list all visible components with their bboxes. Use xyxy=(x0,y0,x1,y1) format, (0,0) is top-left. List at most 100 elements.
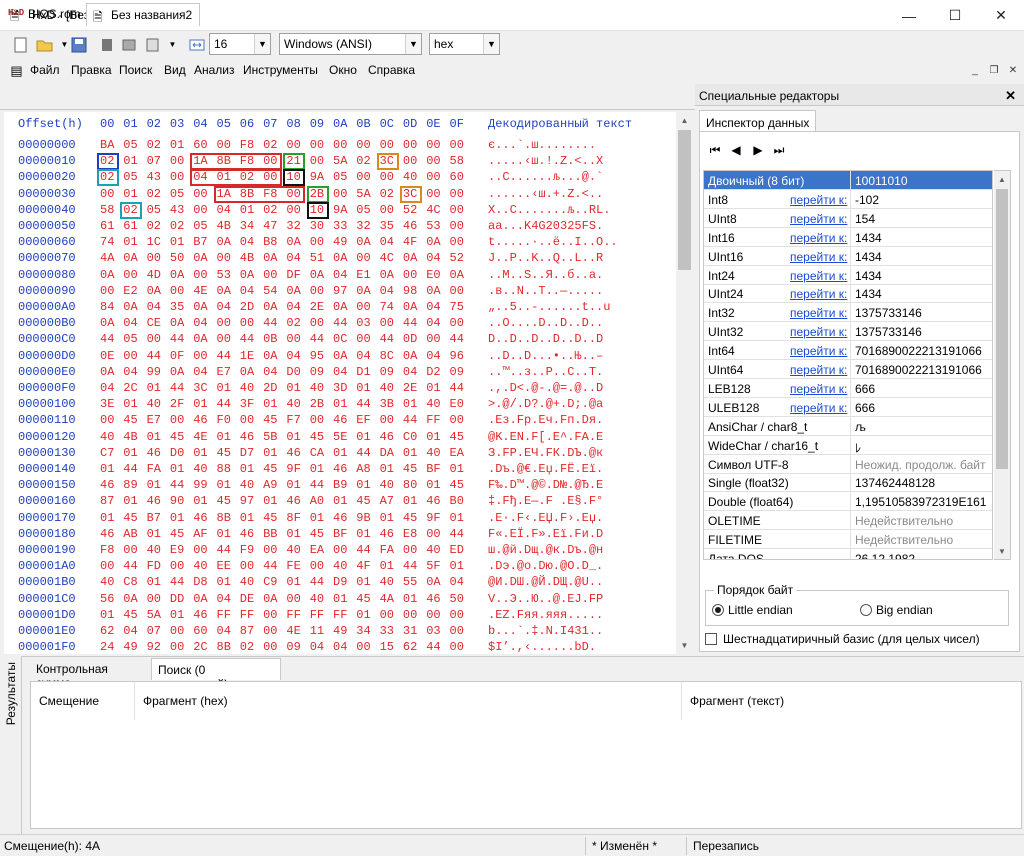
hex-byte[interactable]: 40 xyxy=(240,381,254,395)
hex-byte[interactable]: 9A xyxy=(310,170,324,184)
hex-byte[interactable]: 01 xyxy=(450,559,464,573)
hex-byte[interactable]: 3C xyxy=(193,381,207,395)
hex-byte[interactable]: 00 xyxy=(170,559,184,573)
inspector-value[interactable]: 1434 xyxy=(850,284,882,303)
hex-byte[interactable]: 00 xyxy=(286,138,300,152)
scroll-thumb[interactable] xyxy=(996,189,1008,469)
next-icon[interactable]: ▶ xyxy=(750,142,766,158)
hex-byte[interactable]: 0A xyxy=(147,284,161,298)
hex-byte[interactable]: DE xyxy=(240,592,254,606)
decoded-text[interactable]: F‰.D™.@©.D№.@Ђ.E xyxy=(488,478,603,492)
hex-byte[interactable]: 2C xyxy=(123,381,137,395)
hex-byte[interactable]: 49 xyxy=(333,624,347,638)
hex-byte[interactable]: 04 xyxy=(123,624,137,638)
inspector-row[interactable]: FILETIME Недействительно xyxy=(704,530,992,550)
hex-byte[interactable]: 97 xyxy=(333,284,347,298)
inspector-value[interactable]: 1375733146 xyxy=(850,322,922,341)
hex-byte[interactable]: 00 xyxy=(193,187,207,201)
hex-byte[interactable]: 00 xyxy=(426,608,440,622)
hex-byte[interactable]: 45 xyxy=(356,592,370,606)
hex-byte[interactable]: 46 xyxy=(100,527,114,541)
menu-item[interactable]: Поиск xyxy=(119,63,152,77)
hex-byte[interactable]: B0 xyxy=(450,494,464,508)
hex-byte[interactable]: 3D xyxy=(333,381,347,395)
hex-byte[interactable]: 4A xyxy=(100,251,114,265)
hex-byte[interactable]: 00 xyxy=(193,203,207,217)
decoded-text[interactable]: .Dъ.@€.Eџ.FЁ.Eї. xyxy=(488,462,603,476)
hex-byte[interactable]: 01 xyxy=(310,511,324,525)
hex-byte[interactable]: 45 xyxy=(263,462,277,476)
hex-byte[interactable]: 00 xyxy=(170,640,184,654)
hex-byte[interactable]: 04 xyxy=(426,316,440,330)
hex-byte[interactable]: 01 xyxy=(356,575,370,589)
hex-byte[interactable]: A8 xyxy=(356,462,370,476)
inspector-row[interactable]: UInt8 перейти к: 154 xyxy=(704,208,992,228)
hex-row[interactable]: 00000080 0A 00 4D 0A 00 53 0A 00 DF 0A 04 E1 0A 00 E0 0A… xyxy=(4,268,676,285)
tab-checksum[interactable]: Контрольная сумма xyxy=(30,658,150,690)
hex-byte[interactable]: 04 xyxy=(356,349,370,363)
hex-byte[interactable]: E9 xyxy=(170,543,184,557)
hex-byte[interactable]: 11 xyxy=(310,624,324,638)
hex-byte[interactable]: 2C xyxy=(193,640,207,654)
hex-byte[interactable]: 02 xyxy=(147,219,161,233)
hex-byte[interactable]: 5F xyxy=(426,559,440,573)
menu-item[interactable]: Вид xyxy=(164,63,186,77)
hex-byte[interactable]: 01 xyxy=(263,494,277,508)
hex-byte[interactable]: 34 xyxy=(240,219,254,233)
hex-byte[interactable]: 00 xyxy=(100,284,114,298)
hex-byte[interactable]: 3E xyxy=(100,397,114,411)
decoded-text[interactable]: J..P..K..Q..L..R xyxy=(488,251,603,265)
hex-byte[interactable]: 5A xyxy=(356,187,370,201)
hex-byte[interactable]: 8B xyxy=(217,640,231,654)
hex-byte[interactable]: F7 xyxy=(286,413,300,427)
hex-byte[interactable]: 0A xyxy=(217,284,231,298)
hex-byte[interactable]: 04 xyxy=(217,300,231,314)
hex-byte[interactable]: 01 xyxy=(193,446,207,460)
hex-byte[interactable]: 00 xyxy=(123,349,137,363)
hex-byte[interactable]: 44 xyxy=(100,332,114,346)
hex-byte[interactable]: 01 xyxy=(100,608,114,622)
hex-byte[interactable]: 00 xyxy=(123,268,137,282)
hex-byte[interactable]: 0A xyxy=(170,268,184,282)
hex-byte[interactable]: 46 xyxy=(286,494,300,508)
hex-byte[interactable]: 01 xyxy=(286,478,300,492)
hex-byte[interactable]: 01 xyxy=(147,527,161,541)
hex-byte[interactable]: 04 xyxy=(286,251,300,265)
hex-row[interactable]: 00000030 00 01 02 05 00 1A 8B F8 00 2B 00 5A 02 3C 00 00… xyxy=(4,187,676,204)
hex-byte[interactable]: 56 xyxy=(100,592,114,606)
hex-byte[interactable]: 05 xyxy=(170,187,184,201)
hex-row[interactable]: 000000B0 0A 04 CE 0A 04 00 00 44 02 00 44 03 00 44 04 00… xyxy=(4,316,676,333)
hex-byte[interactable]: 01 xyxy=(426,478,440,492)
hex-byte[interactable]: 2E xyxy=(403,381,417,395)
hex-byte[interactable]: 52 xyxy=(403,203,417,217)
hex-byte[interactable]: 44 xyxy=(450,527,464,541)
hex-byte[interactable]: 00 xyxy=(403,268,417,282)
hex-byte[interactable]: 46 xyxy=(333,462,347,476)
hex-byte[interactable]: 00 xyxy=(217,332,231,346)
hex-byte[interactable]: 00 xyxy=(263,608,277,622)
hex-row[interactable]: 00000140 01 44 FA 01 40 88 01 45 9F 01 46 A8 01 45 BF 01… xyxy=(4,462,676,479)
hex-byte[interactable]: 00 xyxy=(217,316,231,330)
hex-byte[interactable]: 04 xyxy=(380,284,394,298)
column-fragment-text[interactable]: Фрагмент (текст) xyxy=(682,682,1021,720)
inspector-row[interactable]: Single (float32) 137462448128 xyxy=(704,473,992,493)
hex-byte[interactable]: 9A xyxy=(333,203,347,217)
goto-link[interactable]: перейти к: xyxy=(790,231,847,245)
inspector-row[interactable]: WideChar / char16_t ﾚ xyxy=(704,435,992,455)
hex-byte[interactable]: 44 xyxy=(240,332,254,346)
hex-byte[interactable]: 44 xyxy=(217,543,231,557)
inspector-row[interactable]: OLETIME Недействительно xyxy=(704,511,992,531)
hex-byte[interactable]: 40 xyxy=(380,381,394,395)
hex-byte[interactable]: 4B xyxy=(123,430,137,444)
hex-byte[interactable]: 88 xyxy=(217,462,231,476)
hex-byte[interactable]: 90 xyxy=(170,494,184,508)
hex-byte[interactable]: 44 xyxy=(450,332,464,346)
hex-byte[interactable]: 0A xyxy=(450,268,464,282)
offset-base-select[interactable]: hex ▼ xyxy=(429,33,500,55)
hex-byte[interactable]: 62 xyxy=(403,640,417,654)
hex-byte[interactable]: 40 xyxy=(333,559,347,573)
hex-byte[interactable]: 00 xyxy=(450,219,464,233)
hex-byte[interactable]: 84 xyxy=(100,300,114,314)
hex-byte[interactable]: 45 xyxy=(356,494,370,508)
hex-byte[interactable]: 00 xyxy=(100,187,114,201)
